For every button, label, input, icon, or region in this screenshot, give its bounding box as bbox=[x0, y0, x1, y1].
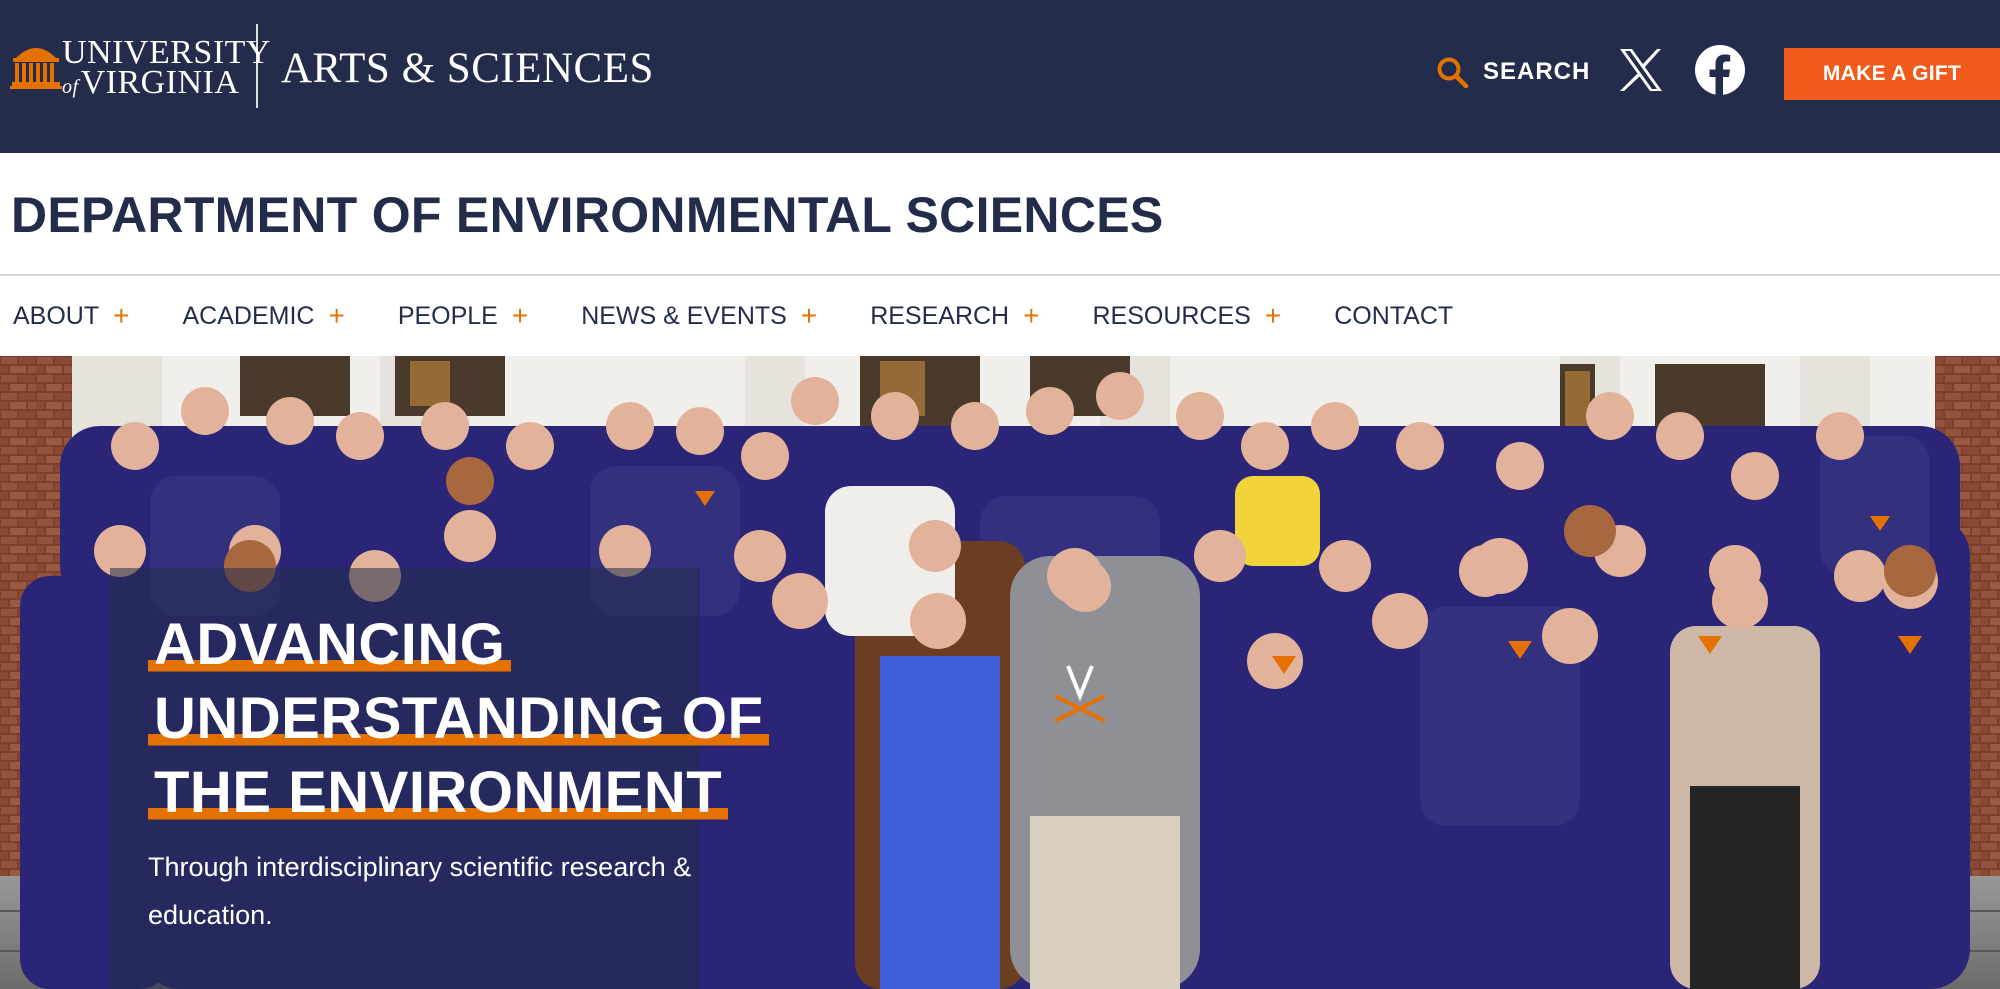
nav-label: RESEARCH bbox=[870, 301, 1010, 330]
main-nav: ABOUT + ACADEMIC + PEOPLE + NEWS & EVENT… bbox=[0, 276, 2000, 356]
department-title[interactable]: DEPARTMENT OF ENVIRONMENTAL SCIENCES bbox=[11, 186, 1164, 244]
university-wordmark: UNIVERSITY ofVIRGINIA bbox=[62, 36, 271, 100]
x-icon bbox=[1620, 49, 1662, 91]
nav-label: NEWS & EVENTS bbox=[581, 301, 787, 330]
expand-plus-icon[interactable]: + bbox=[328, 302, 344, 330]
nav-item-academic[interactable]: ACADEMIC + bbox=[182, 302, 344, 331]
hero-subtitle: Through interdisciplinary scientific res… bbox=[148, 852, 692, 930]
site-header: UNIVERSITY ofVIRGINIA ARTS & SCIENCES SE… bbox=[0, 0, 2000, 153]
nav-item-news-events[interactable]: NEWS & EVENTS + bbox=[581, 302, 817, 331]
wordmark-line2: VIRGINIA bbox=[80, 64, 240, 101]
nav-label: ACADEMIC bbox=[182, 301, 315, 330]
hero-heading-line-2: UNDERSTANDING OF bbox=[148, 682, 770, 756]
hero-heading-line-3: THE ENVIRONMENT bbox=[148, 756, 729, 830]
nav-label: RESOURCES bbox=[1092, 301, 1251, 330]
nav-item-people[interactable]: PEOPLE + bbox=[398, 302, 528, 331]
rotunda-icon bbox=[10, 48, 62, 89]
search-label: SEARCH bbox=[1483, 58, 1591, 85]
nav-item-research[interactable]: RESEARCH + bbox=[870, 302, 1039, 331]
hero-heading: ADVANCING UNDERSTANDING OF THE ENVIRONME… bbox=[148, 608, 770, 830]
hero-banner: ADVANCING UNDERSTANDING OF THE ENVIRONME… bbox=[0, 356, 2000, 989]
expand-plus-icon[interactable]: + bbox=[1265, 302, 1281, 330]
wordmark-of: of bbox=[62, 76, 79, 98]
nav-item-about[interactable]: ABOUT + bbox=[13, 302, 129, 331]
hero-heading-line-1: ADVANCING bbox=[148, 608, 512, 682]
expand-plus-icon[interactable]: + bbox=[1023, 302, 1039, 330]
expand-plus-icon[interactable]: + bbox=[113, 302, 129, 330]
college-name-link[interactable]: ARTS & SCIENCES bbox=[281, 44, 654, 93]
nav-label: PEOPLE bbox=[397, 301, 498, 330]
nav-item-resources[interactable]: RESOURCES + bbox=[1092, 302, 1281, 331]
nav-label: ABOUT bbox=[13, 301, 100, 330]
make-a-gift-button[interactable]: MAKE A GIFT bbox=[1784, 48, 2000, 100]
x-link[interactable] bbox=[1617, 46, 1665, 94]
nav-label: CONTACT bbox=[1334, 301, 1454, 330]
search-button[interactable]: SEARCH bbox=[1436, 54, 1590, 90]
facebook-link[interactable] bbox=[1694, 44, 1746, 96]
facebook-icon bbox=[1695, 45, 1745, 96]
logo-divider bbox=[256, 24, 258, 108]
expand-plus-icon[interactable]: + bbox=[801, 302, 817, 330]
nav-item-contact[interactable]: CONTACT bbox=[1334, 302, 1453, 331]
search-icon bbox=[1437, 57, 1469, 88]
expand-plus-icon[interactable]: + bbox=[512, 302, 528, 330]
university-logo-link[interactable]: UNIVERSITY ofVIRGINIA bbox=[0, 0, 270, 130]
